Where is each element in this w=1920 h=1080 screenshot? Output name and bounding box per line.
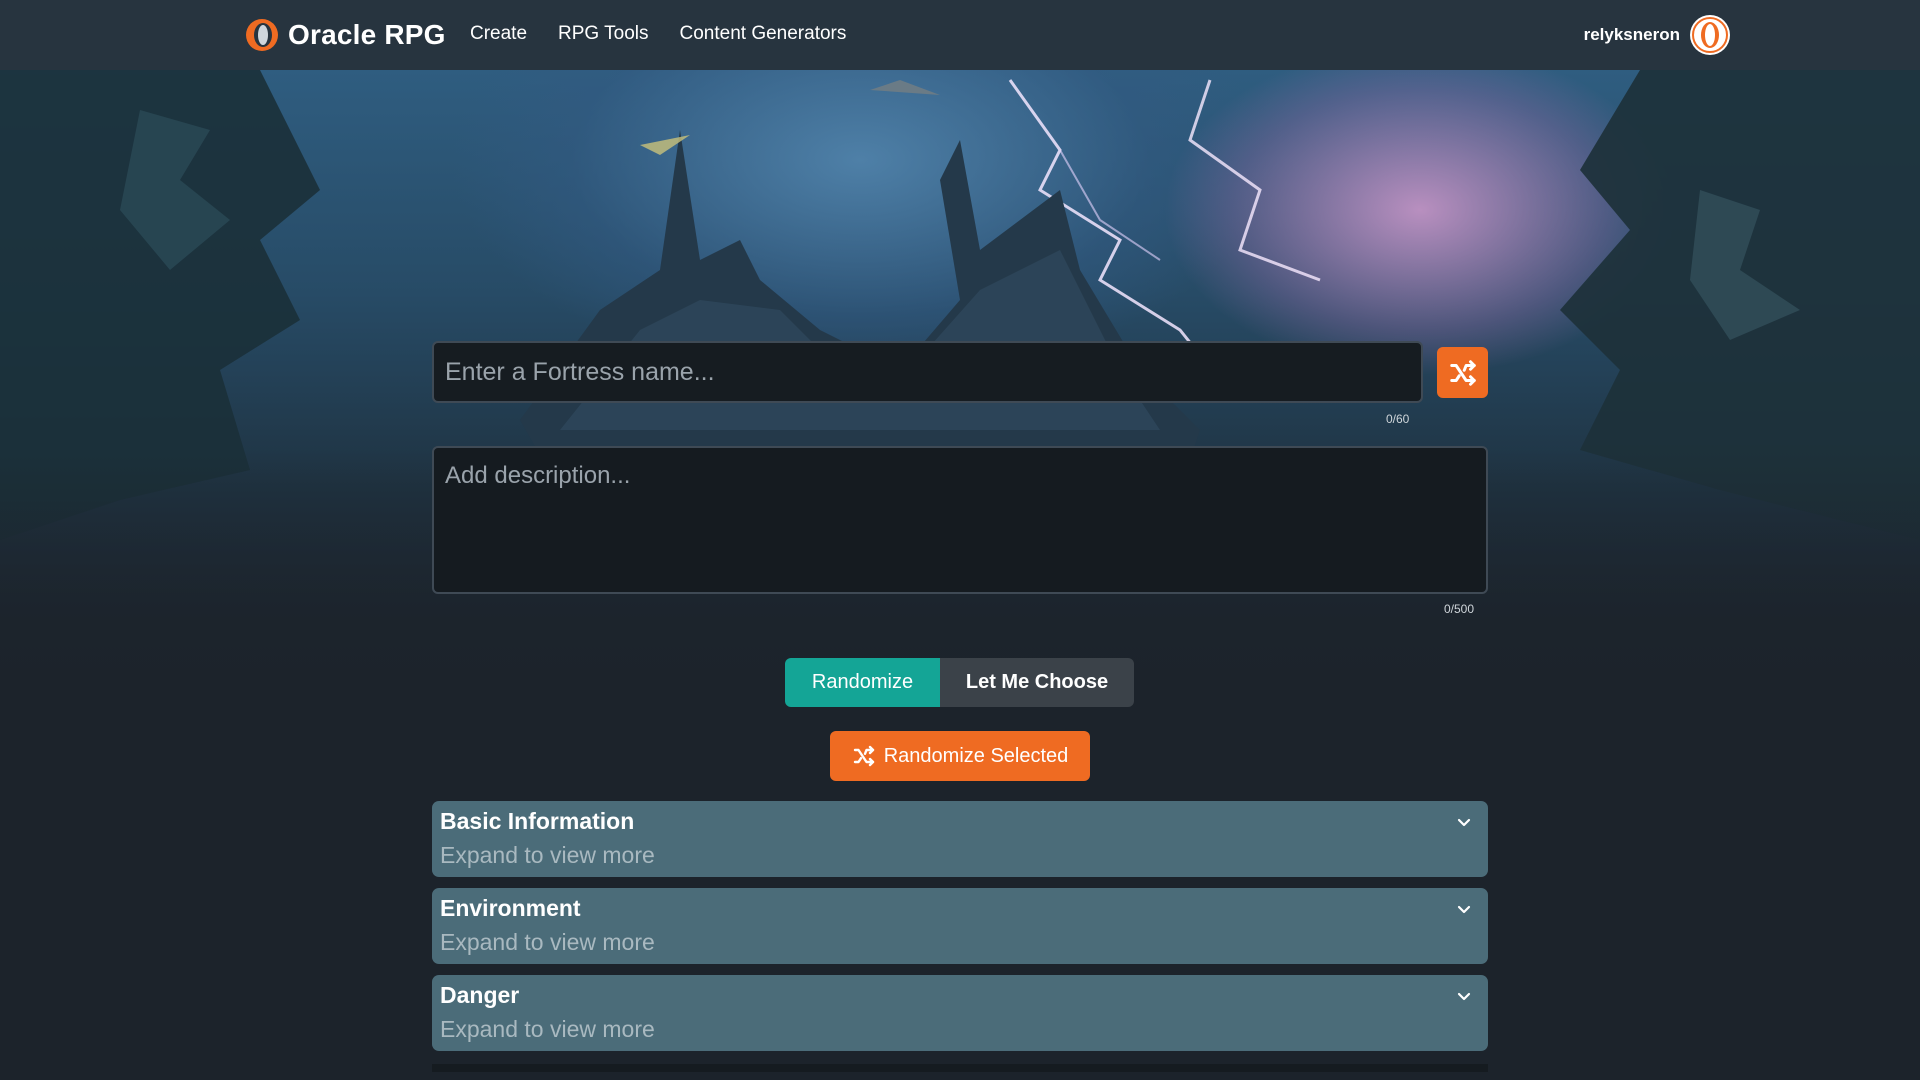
randomize-selected-label: Randomize Selected	[883, 744, 1069, 767]
section-title: Basic Information	[440, 808, 635, 834]
mode-toggle: Randomize Let Me Choose	[785, 658, 1134, 707]
brand-name: Oracle RPG	[288, 19, 446, 50]
nav-rpg-tools[interactable]: RPG Tools	[558, 23, 648, 45]
avatar-icon[interactable]	[1690, 15, 1730, 55]
avatar-logo-icon	[1692, 17, 1728, 53]
oracle-logo-icon	[246, 19, 278, 51]
section-subtitle: Expand to view more	[440, 1016, 655, 1042]
section-danger[interactable]: Danger Expand to view more	[432, 975, 1488, 1051]
section-environment[interactable]: Environment Expand to view more	[432, 888, 1488, 964]
section-subtitle: Expand to view more	[440, 842, 655, 868]
chevron-down-icon	[1457, 818, 1471, 827]
chevron-down-icon	[1457, 905, 1471, 914]
brand-link[interactable]: Oracle RPG	[244, 16, 446, 54]
fortress-name-input[interactable]	[432, 341, 1423, 403]
name-char-counter: 0/60	[1386, 412, 1410, 426]
nav-create[interactable]: Create	[470, 23, 527, 45]
section-title: Danger	[440, 982, 520, 1008]
username: relyksneron	[1583, 25, 1680, 44]
chevron-down-icon	[1457, 992, 1471, 1001]
shuffle-icon	[1449, 359, 1476, 386]
description-char-counter: 0/500	[1444, 602, 1475, 616]
next-section-edge	[432, 1064, 1488, 1072]
section-subtitle: Expand to view more	[440, 929, 655, 955]
description-textarea[interactable]	[432, 446, 1488, 594]
let-me-choose-button[interactable]: Let Me Choose	[940, 658, 1134, 707]
randomize-mode-button[interactable]: Randomize	[785, 658, 940, 707]
main-nav: Create RPG Tools Content Generators	[470, 23, 846, 45]
section-title: Environment	[440, 895, 581, 921]
section-basic-information[interactable]: Basic Information Expand to view more	[432, 801, 1488, 877]
randomize-selected-button[interactable]: Randomize Selected	[830, 731, 1090, 781]
nav-content-generators[interactable]: Content Generators	[680, 23, 847, 45]
randomize-name-button[interactable]	[1437, 347, 1488, 398]
top-navbar: Oracle RPG Create RPG Tools Content Gene…	[0, 0, 1920, 70]
shuffle-icon	[853, 745, 874, 767]
user-menu[interactable]: relyksneron	[1584, 15, 1730, 55]
